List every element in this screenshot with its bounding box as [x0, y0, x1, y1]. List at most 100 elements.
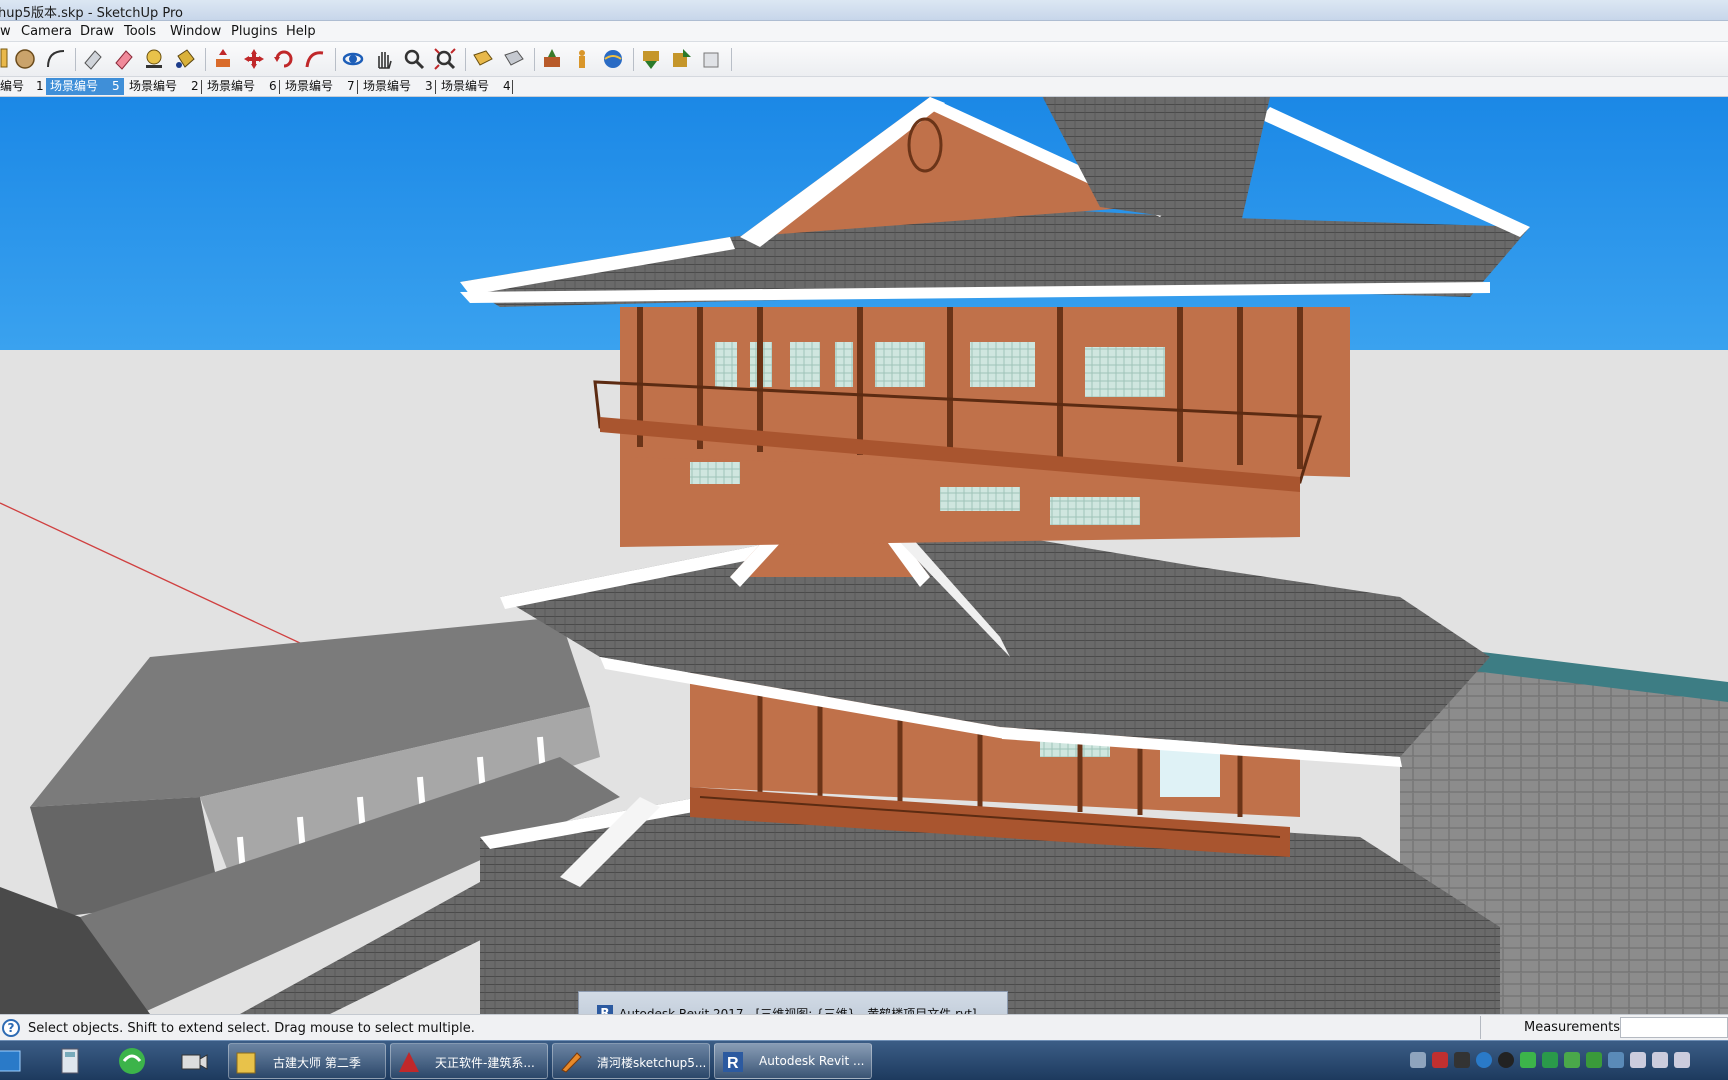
scene-divider: [279, 80, 280, 94]
scene-tab-number: 7: [347, 79, 355, 93]
scene-tab-label: 场景编号: [129, 79, 178, 93]
pan-icon[interactable]: [371, 46, 397, 72]
scene-tab-3[interactable]: 场景编号 3: [359, 78, 437, 95]
menu-bar: w Camera Draw Tools Window Plugins Help: [0, 21, 1728, 42]
paint-bucket-icon[interactable]: [172, 46, 198, 72]
orbit-icon[interactable]: [340, 46, 366, 72]
display-icon[interactable]: [1454, 1052, 1470, 1068]
status-bar: ? Select objects. Shift to extend select…: [0, 1014, 1728, 1040]
scene-divider: [512, 80, 513, 94]
scene-tab-label: 场景编号: [50, 79, 99, 93]
model-viewport[interactable]: [0, 97, 1728, 1014]
scene-tab-2[interactable]: 场景编号 2: [125, 78, 203, 95]
get-components-icon[interactable]: [668, 46, 694, 72]
menu-camera[interactable]: Camera: [21, 24, 72, 39]
scene-tab-number: 6: [269, 79, 277, 93]
menu-window[interactable]: Window: [170, 24, 221, 39]
start-button-icon[interactable]: [0, 1045, 24, 1077]
arc-icon[interactable]: [43, 46, 69, 72]
follow-me-icon[interactable]: [302, 46, 328, 72]
wifi-icon[interactable]: [1630, 1052, 1646, 1068]
svg-text:R: R: [727, 1055, 739, 1072]
tape-measure-icon[interactable]: [141, 46, 167, 72]
push-pull-icon[interactable]: [210, 46, 236, 72]
help-icon[interactable]: ?: [2, 1019, 20, 1037]
scene-tab-1[interactable]: 编号 1: [0, 78, 48, 95]
window-title: hup5版本.skp - SketchUp Pro: [0, 6, 183, 21]
taskbar: 古建大师 第二季 天正软件-建筑系... 清河楼sketchup5... R A…: [0, 1040, 1728, 1080]
taskbar-revit-button[interactable]: R Autodesk Revit ...: [714, 1043, 872, 1079]
menu-help[interactable]: Help: [286, 24, 316, 39]
video-camera-icon[interactable]: [178, 1045, 210, 1077]
toolbar-separator: [75, 48, 76, 71]
qq-icon[interactable]: [1498, 1052, 1514, 1068]
sketchup-icon: [561, 1052, 582, 1073]
scene-tab-4[interactable]: 场景编号 4: [437, 78, 515, 95]
toolbar-separator: [731, 48, 732, 71]
flag-icon[interactable]: [1586, 1052, 1602, 1068]
keyboard-icon[interactable]: [1410, 1052, 1426, 1068]
scene-tab-label: 编号: [0, 79, 25, 93]
taskbar-button-label: 古建大师 第二季: [273, 1056, 361, 1070]
share-component-icon[interactable]: [699, 46, 725, 72]
toolbar: [0, 42, 1728, 77]
title-bar: hup5版本.skp - SketchUp Pro: [0, 0, 1728, 21]
revit-icon: R: [723, 1052, 743, 1072]
scene-tab-6[interactable]: 场景编号 6: [203, 78, 281, 95]
share-model-icon[interactable]: [638, 46, 664, 72]
zoom-icon[interactable]: [401, 46, 427, 72]
scene-tabs: 编号 1 场景编号 5 场景编号 2 场景编号 6 场景编号 7 场景编号 3 场景编号 4: [0, 77, 1728, 97]
taskbar-folder-button[interactable]: 古建大师 第二季: [228, 1043, 386, 1079]
eraser-icon[interactable]: [80, 46, 106, 72]
menu-draw[interactable]: Draw: [80, 24, 114, 39]
scene-tab-number: 5: [112, 79, 120, 93]
scene-tab-number: 2: [191, 79, 199, 93]
security-icon[interactable]: [1432, 1052, 1448, 1068]
scene-tab-7[interactable]: 场景编号 7: [281, 78, 359, 95]
menu-plugins[interactable]: Plugins: [231, 24, 278, 39]
system-tray: [1410, 1043, 1728, 1079]
section-fill-icon[interactable]: [501, 46, 527, 72]
paint-eraser-icon[interactable]: [111, 46, 137, 72]
update-icon[interactable]: [1564, 1052, 1580, 1068]
move-icon[interactable]: [241, 46, 267, 72]
taskbar-button-label: Autodesk Revit ...: [759, 1054, 865, 1068]
shield-icon[interactable]: [1608, 1052, 1624, 1068]
toolbar-separator: [335, 48, 336, 71]
browser-icon[interactable]: [116, 1045, 148, 1077]
calculator-icon[interactable]: [54, 1045, 86, 1077]
measurements-label: Measurements: [1480, 1016, 1620, 1039]
scene-tab-number: 4: [503, 79, 511, 93]
zoom-extents-icon[interactable]: [432, 46, 458, 72]
rotate-icon[interactable]: [271, 46, 297, 72]
scene-tab-5[interactable]: 场景编号 5: [46, 78, 124, 95]
wechat-icon[interactable]: [1542, 1052, 1558, 1068]
scene-tab-label: 场景编号: [207, 79, 256, 93]
folder-icon: [236, 1052, 256, 1074]
status-message: Select objects. Shift to extend select. …: [28, 1021, 475, 1036]
toolbar-separator: [633, 48, 634, 71]
measurements-input[interactable]: [1620, 1017, 1728, 1038]
scene-divider: [201, 80, 202, 94]
add-figure-icon[interactable]: [569, 46, 595, 72]
taskbar-sketchup-button[interactable]: 清河楼sketchup5...: [552, 1043, 710, 1079]
toolbar-separator: [205, 48, 206, 71]
menu-tools[interactable]: Tools: [124, 24, 156, 39]
scene-tab-label: 场景编号: [285, 79, 334, 93]
menu-view[interactable]: w: [0, 24, 11, 39]
get-models-icon[interactable]: [600, 46, 626, 72]
model-render: [0, 97, 1728, 1014]
toolbar-separator: [534, 48, 535, 71]
speaker-icon[interactable]: [1674, 1052, 1690, 1068]
scene-divider: [357, 80, 358, 94]
add-location-icon[interactable]: [539, 46, 565, 72]
network-globe-icon[interactable]: [1476, 1052, 1492, 1068]
section-plane-icon[interactable]: [470, 46, 496, 72]
volume-icon[interactable]: [1652, 1052, 1668, 1068]
signal-icon[interactable]: [1520, 1052, 1536, 1068]
scene-tab-number: 3: [425, 79, 433, 93]
circle-icon[interactable]: [12, 46, 38, 72]
scene-divider: [435, 80, 436, 94]
taskbar-tangent-button[interactable]: 天正软件-建筑系...: [390, 1043, 548, 1079]
scene-tab-label: 场景编号: [363, 79, 412, 93]
